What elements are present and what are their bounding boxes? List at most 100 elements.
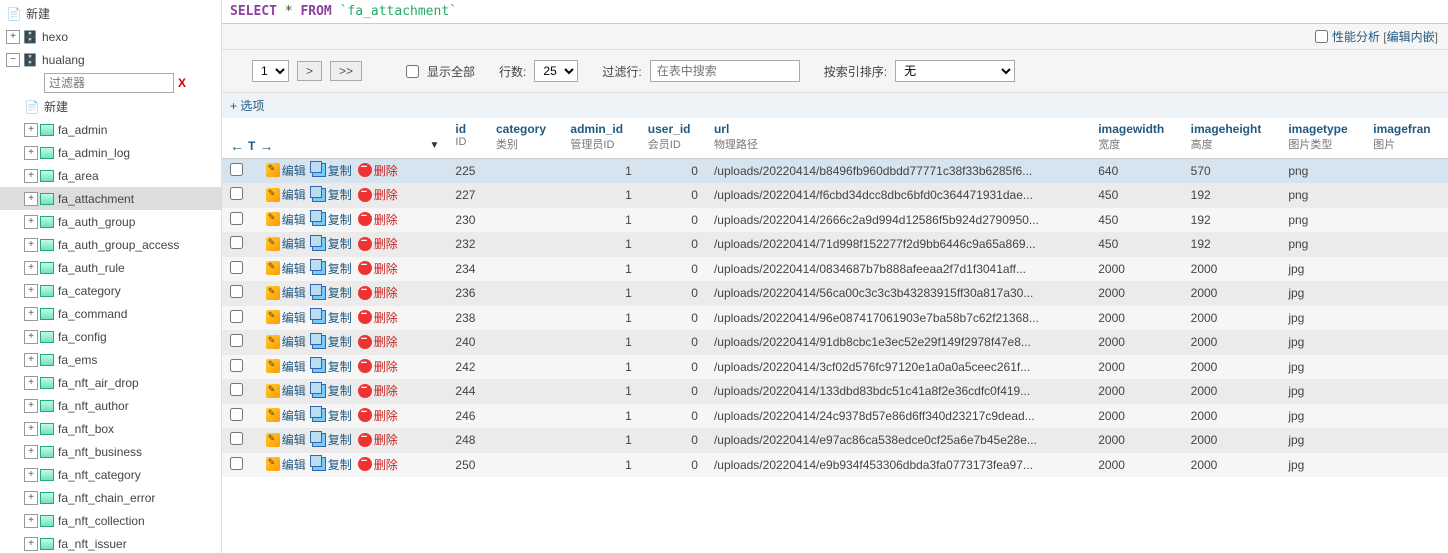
copy-button[interactable]: 复制 (312, 456, 352, 473)
cell-admin-id[interactable]: 1 (562, 183, 639, 208)
tree-item-table[interactable]: +fa_nft_collection (0, 509, 221, 532)
cell-imagewidth[interactable]: 2000 (1090, 306, 1182, 331)
cell-imagewidth[interactable]: 2000 (1090, 453, 1182, 478)
cell-admin-id[interactable]: 1 (562, 158, 639, 183)
arrow-left-icon[interactable]: ← (230, 138, 244, 154)
edit-button[interactable]: 编辑 (266, 162, 306, 179)
collapse-icon[interactable]: − (6, 53, 20, 67)
table-row[interactable]: 编辑复制删除24010/uploads/20220414/91db8cbc1e3… (222, 330, 1448, 355)
cell-imagetype[interactable]: png (1280, 208, 1365, 233)
copy-button[interactable]: 复制 (312, 260, 352, 277)
cell-url[interactable]: /uploads/20220414/0834687b7b888afeeaa2f7… (706, 257, 1090, 282)
cell-url[interactable]: /uploads/20220414/24c9378d57e86d6ff340d2… (706, 404, 1090, 429)
cell-imageheight[interactable]: 2000 (1183, 257, 1281, 282)
col-imagewidth[interactable]: imagewidth宽度 (1090, 118, 1182, 158)
tree-item-table[interactable]: +fa_config (0, 325, 221, 348)
cell-admin-id[interactable]: 1 (562, 404, 639, 429)
tree-item-table[interactable]: +fa_admin_log (0, 141, 221, 164)
cell-user-id[interactable]: 0 (640, 281, 706, 306)
rows-select[interactable]: 25 (534, 60, 578, 82)
cell-url[interactable]: /uploads/20220414/133dbd83bdc51c41a8f2e3… (706, 379, 1090, 404)
cell-id[interactable]: 250 (447, 453, 488, 478)
edit-button[interactable]: 编辑 (266, 284, 306, 301)
col-imageframes[interactable]: imagefran图片 (1365, 118, 1448, 158)
tree-item-table[interactable]: +fa_command (0, 302, 221, 325)
edit-inline-link[interactable]: 编辑内嵌 (1387, 28, 1435, 45)
copy-button[interactable]: 复制 (312, 162, 352, 179)
cell-id[interactable]: 242 (447, 355, 488, 380)
options-toggle[interactable]: + 选项 (222, 93, 1448, 118)
delete-button[interactable]: 删除 (358, 333, 398, 350)
delete-button[interactable]: 删除 (358, 382, 398, 399)
cell-imagetype[interactable]: jpg (1280, 330, 1365, 355)
cell-imageheight[interactable]: 2000 (1183, 428, 1281, 453)
cell-user-id[interactable]: 0 (640, 306, 706, 331)
edit-button[interactable]: 编辑 (266, 333, 306, 350)
cell-imagetype[interactable]: jpg (1280, 306, 1365, 331)
cell-url[interactable]: /uploads/20220414/71d998f152277f2d9bb644… (706, 232, 1090, 257)
cell-imageframes[interactable] (1365, 355, 1448, 380)
cell-imageheight[interactable]: 2000 (1183, 355, 1281, 380)
cell-category[interactable] (488, 158, 562, 183)
cell-imagewidth[interactable]: 2000 (1090, 379, 1182, 404)
edit-button[interactable]: 编辑 (266, 431, 306, 448)
expand-icon[interactable]: + (24, 330, 38, 344)
cell-user-id[interactable]: 0 (640, 330, 706, 355)
cell-category[interactable] (488, 330, 562, 355)
cell-imagewidth[interactable]: 450 (1090, 183, 1182, 208)
copy-button[interactable]: 复制 (312, 309, 352, 326)
copy-button[interactable]: 复制 (312, 431, 352, 448)
sort-select[interactable]: 无 (895, 60, 1015, 82)
row-checkbox[interactable] (230, 187, 243, 200)
expand-icon[interactable]: + (24, 537, 38, 551)
cell-id[interactable]: 244 (447, 379, 488, 404)
cell-id[interactable]: 232 (447, 232, 488, 257)
cell-imagetype[interactable]: jpg (1280, 257, 1365, 282)
delete-button[interactable]: 删除 (358, 186, 398, 203)
col-imagetype[interactable]: imagetype图片类型 (1280, 118, 1365, 158)
row-checkbox[interactable] (230, 432, 243, 445)
cell-imagetype[interactable]: jpg (1280, 281, 1365, 306)
row-checkbox[interactable] (230, 383, 243, 396)
copy-button[interactable]: 复制 (312, 284, 352, 301)
cell-category[interactable] (488, 453, 562, 478)
cell-category[interactable] (488, 355, 562, 380)
cell-imagetype[interactable]: jpg (1280, 428, 1365, 453)
cell-id[interactable]: 238 (447, 306, 488, 331)
cell-imageheight[interactable]: 2000 (1183, 379, 1281, 404)
cell-url[interactable]: /uploads/20220414/56ca00c3c3c3b43283915f… (706, 281, 1090, 306)
tree-item-db-hexo[interactable]: + hexo (0, 25, 221, 48)
edit-button[interactable]: 编辑 (266, 260, 306, 277)
cell-imageheight[interactable]: 2000 (1183, 404, 1281, 429)
table-row[interactable]: 编辑复制删除24810/uploads/20220414/e97ac86ca53… (222, 428, 1448, 453)
tree-filter-input[interactable] (44, 73, 174, 93)
copy-button[interactable]: 复制 (312, 333, 352, 350)
delete-button[interactable]: 删除 (358, 162, 398, 179)
col-user-id[interactable]: user_id会员ID (640, 118, 706, 158)
cell-imagetype[interactable]: png (1280, 158, 1365, 183)
table-row[interactable]: 编辑复制删除24410/uploads/20220414/133dbd83bdc… (222, 379, 1448, 404)
cell-imagewidth[interactable]: 2000 (1090, 330, 1182, 355)
cell-imageheight[interactable]: 2000 (1183, 306, 1281, 331)
cell-imageheight[interactable]: 570 (1183, 158, 1281, 183)
table-row[interactable]: 编辑复制删除22710/uploads/20220414/f6cbd34dcc8… (222, 183, 1448, 208)
page-select[interactable]: 1 (252, 60, 289, 82)
cell-imageframes[interactable] (1365, 158, 1448, 183)
cell-user-id[interactable]: 0 (640, 158, 706, 183)
tree-item-table[interactable]: +fa_nft_chain_error (0, 486, 221, 509)
cell-user-id[interactable]: 0 (640, 208, 706, 233)
cell-id[interactable]: 246 (447, 404, 488, 429)
cell-imageframes[interactable] (1365, 379, 1448, 404)
tree-item-table[interactable]: +fa_category (0, 279, 221, 302)
copy-button[interactable]: 复制 (312, 407, 352, 424)
cell-imageheight[interactable]: 192 (1183, 208, 1281, 233)
tree-item-table[interactable]: +fa_nft_business (0, 440, 221, 463)
row-checkbox[interactable] (230, 310, 243, 323)
tree-item-db-hualang[interactable]: − hualang (0, 48, 221, 71)
cell-imagetype[interactable]: jpg (1280, 404, 1365, 429)
cell-category[interactable] (488, 208, 562, 233)
cell-admin-id[interactable]: 1 (562, 330, 639, 355)
edit-button[interactable]: 编辑 (266, 186, 306, 203)
expand-icon[interactable]: + (24, 215, 38, 229)
cell-id[interactable]: 227 (447, 183, 488, 208)
